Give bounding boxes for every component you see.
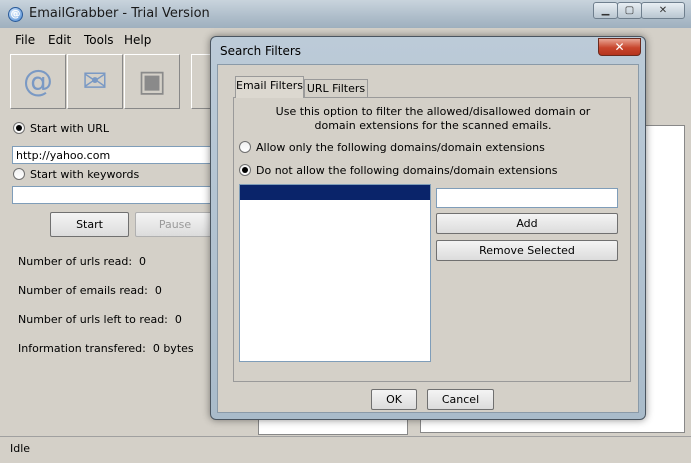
statusbar: Idle <box>0 436 691 463</box>
stat-urls-read: Number of urls read: 0 <box>18 255 147 268</box>
left-panel: Start with URL http://yahoo.com Start wi… <box>0 112 222 432</box>
menu-help[interactable]: Help <box>124 33 151 47</box>
add-button[interactable]: Add <box>436 213 618 234</box>
description-line-2: domain extensions for the scanned emails… <box>314 119 552 132</box>
email-toolbar-button[interactable]: @ <box>10 54 66 109</box>
start-button[interactable]: Start <box>50 212 129 237</box>
do-not-allow-radio[interactable] <box>239 164 251 176</box>
close-window-button[interactable]: ✕ <box>641 2 685 19</box>
email-filters-panel: Use this option to filter the allowed/di… <box>233 97 631 382</box>
maximize-button[interactable]: ▢ <box>617 2 642 19</box>
menu-edit[interactable]: Edit <box>48 33 71 47</box>
minimize-button[interactable]: ▁ <box>593 2 618 19</box>
stat-urls-left: Number of urls left to read: 0 <box>18 313 182 326</box>
extra-toolbar-button[interactable] <box>191 54 211 109</box>
cancel-button[interactable]: Cancel <box>427 389 494 410</box>
description-line-1: Use this option to filter the allowed/di… <box>275 105 591 118</box>
window-title: EmailGrabber - Trial Version <box>29 6 210 21</box>
save-toolbar-button[interactable]: ▣ <box>124 54 180 109</box>
tab-email-filters[interactable]: Email Filters <box>235 76 304 98</box>
list-item[interactable] <box>240 185 430 200</box>
dialog-close-button[interactable]: ✕ <box>598 38 641 56</box>
close-icon: ✕ <box>614 40 625 54</box>
domain-input[interactable] <box>436 188 618 208</box>
stat-info-transfered: Information transfered: 0 bytes <box>18 342 194 355</box>
domain-list[interactable] <box>239 184 431 362</box>
status-text: Idle <box>10 442 31 455</box>
allow-only-label: Allow only the following domains/domain … <box>256 141 545 154</box>
main-titlebar: @ EmailGrabber - Trial Version ▁ ▢ ✕ <box>0 0 691 28</box>
menu-tools[interactable]: Tools <box>84 33 114 47</box>
open-envelope-icon: ✉ <box>82 64 108 99</box>
dialog-client: Email Filters URL Filters Use this optio… <box>217 64 639 413</box>
stat-emails-read: Number of emails read: 0 <box>18 284 162 297</box>
start-with-keywords-radio[interactable] <box>13 168 25 180</box>
search-filters-dialog: Search Filters ✕ Email Filters URL Filte… <box>210 36 646 420</box>
start-with-url-label: Start with URL <box>30 122 110 135</box>
do-not-allow-label: Do not allow the following domains/domai… <box>256 164 558 177</box>
pause-button[interactable]: Pause <box>135 212 215 237</box>
start-with-keywords-label: Start with keywords <box>30 168 140 181</box>
open-toolbar-button[interactable]: ✉ <box>67 54 123 109</box>
menu-file[interactable]: File <box>15 33 35 47</box>
ok-button[interactable]: OK <box>371 389 417 410</box>
start-with-url-radio[interactable] <box>13 122 25 134</box>
email-at-icon: @ <box>23 64 53 99</box>
tab-url-filters[interactable]: URL Filters <box>304 79 368 99</box>
at-sign-icon: @ <box>8 7 23 22</box>
remove-selected-button[interactable]: Remove Selected <box>436 240 618 261</box>
allow-only-radio[interactable] <box>239 141 251 153</box>
dialog-title: Search Filters <box>220 44 302 58</box>
keywords-input[interactable] <box>12 186 222 204</box>
url-input[interactable]: http://yahoo.com <box>12 146 222 164</box>
save-disk-icon: ▣ <box>137 64 167 99</box>
